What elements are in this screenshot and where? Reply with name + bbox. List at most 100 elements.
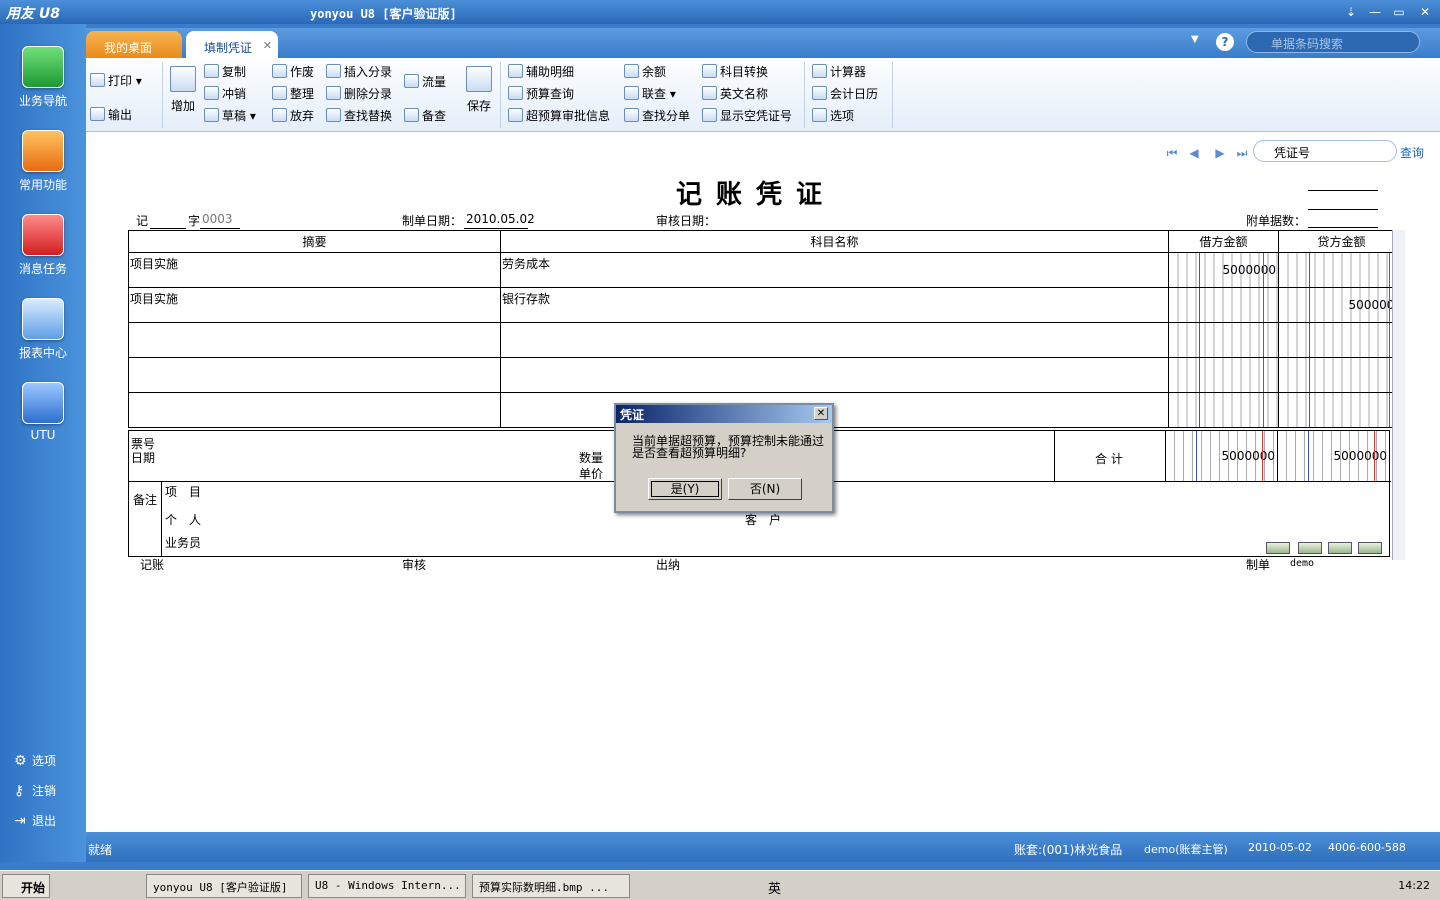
calendar-button[interactable]: 会计日历 — [812, 84, 878, 104]
account-cell[interactable] — [500, 357, 1169, 393]
summary-cell[interactable]: 项目实施 — [128, 287, 501, 323]
quantity-label: 数量 — [579, 451, 604, 465]
table-row[interactable] — [128, 357, 1405, 393]
save-button[interactable]: 保存 — [464, 64, 494, 126]
nav-favorites[interactable]: 常用功能 — [0, 130, 86, 193]
arrange-button[interactable]: 整理 — [272, 84, 314, 104]
account-convert-button[interactable]: 科目转换 — [702, 62, 768, 82]
reverse-button[interactable]: 冲销 — [204, 84, 246, 104]
summary-cell[interactable] — [128, 357, 501, 393]
account-cell[interactable]: 劳务成本 — [500, 252, 1169, 288]
tab-voucher[interactable]: 填制凭证 ✕ — [186, 31, 278, 58]
debit-cell[interactable] — [1168, 322, 1279, 358]
floppy-icon — [466, 66, 492, 92]
account-cell[interactable] — [500, 322, 1169, 358]
debit-cell[interactable] — [1168, 357, 1279, 393]
credit-cell[interactable] — [1278, 252, 1405, 288]
voucher-no-search[interactable]: 凭证号 — [1253, 140, 1397, 162]
table-row[interactable]: 项目实施 劳务成本 5000000 — [128, 252, 1405, 288]
expand-icon[interactable] — [1358, 542, 1382, 554]
over-budget-button[interactable]: 超预算审批信息 — [508, 106, 610, 126]
attach-icon[interactable] — [1266, 542, 1290, 554]
flow-button[interactable]: 流量 — [404, 72, 446, 92]
voucher-date[interactable]: 2010.05.02 — [466, 212, 535, 226]
tab-desktop[interactable]: 我的桌面 — [86, 31, 182, 58]
tools-icon[interactable] — [1328, 542, 1352, 554]
table-row[interactable]: 项目实施 银行存款 5000000 — [128, 287, 1405, 323]
credit-cell[interactable] — [1278, 392, 1405, 428]
barcode-search-input[interactable]: 单据条码搜索 — [1246, 31, 1420, 53]
prev-record-icon[interactable]: ◀ — [1186, 146, 1202, 160]
vertical-scrollbar[interactable] — [1392, 230, 1405, 560]
ime-indicator[interactable]: 英 — [768, 878, 781, 897]
debit-cell[interactable] — [1168, 392, 1279, 428]
no-button[interactable]: 否(N) — [728, 478, 802, 500]
debit-cell[interactable] — [1168, 287, 1279, 323]
find-entry-button[interactable]: 查找分单 — [624, 106, 690, 126]
nav-business[interactable]: 业务导航 — [0, 46, 86, 109]
show-empty-no-button[interactable]: 显示空凭证号 — [702, 106, 792, 126]
insert-entry-button[interactable]: 插入分录 — [326, 62, 392, 82]
aux-detail-button[interactable]: 辅助明细 — [508, 62, 574, 82]
linked-query-button[interactable]: 联查 ▾ — [624, 84, 676, 104]
minimize-icon[interactable]: — — [1366, 3, 1384, 21]
last-record-icon[interactable]: ⏭ — [1234, 146, 1250, 160]
calculator-button[interactable]: 计算器 — [812, 62, 866, 82]
first-record-icon[interactable]: ⏮ — [1164, 146, 1180, 160]
task-u8[interactable]: yonyou U8 [客户验证版] — [146, 874, 302, 898]
find-replace-button[interactable]: 查找替换 — [326, 106, 392, 126]
nav-messages[interactable]: 消息任务 — [0, 214, 86, 277]
english-name-button[interactable]: 英文名称 — [702, 84, 768, 104]
credit-cell[interactable] — [1278, 357, 1405, 393]
query-link[interactable]: 查询 — [1400, 144, 1424, 161]
add-button[interactable]: 增加 — [168, 64, 198, 126]
task-ie[interactable]: U8 - Windows Intern... — [308, 874, 466, 898]
status-account-set: 账套:(001)林光食品 — [1014, 843, 1123, 857]
delete-entry-button[interactable]: 删除分录 — [326, 84, 392, 104]
debit-cell[interactable]: 5000000 — [1168, 252, 1279, 288]
copy-button[interactable]: 复制 — [204, 62, 246, 82]
credit-cell[interactable] — [1278, 322, 1405, 358]
budget-query-button[interactable]: 预算查询 — [508, 84, 574, 104]
summary-cell[interactable] — [128, 322, 501, 358]
nav-reports[interactable]: 报表中心 — [0, 298, 86, 361]
side-options[interactable]: ⚙ 选项 — [14, 752, 56, 769]
dropdown-icon[interactable]: ⇣ — [1342, 3, 1360, 21]
maker-label: 制单 — [1246, 558, 1271, 572]
print-button[interactable]: 打印 ▾ — [90, 71, 142, 91]
abandon-button[interactable]: 放弃 — [272, 106, 314, 126]
table-row[interactable] — [128, 322, 1405, 358]
close-icon[interactable]: ✕ — [1416, 3, 1434, 21]
close-icon[interactable]: ✕ — [814, 407, 828, 420]
maximize-icon[interactable]: ▭ — [1390, 3, 1408, 21]
draft-button[interactable]: 草稿 ▾ — [204, 106, 256, 126]
start-button[interactable]: 开始 — [2, 874, 50, 898]
yes-button[interactable]: 是(Y) — [648, 478, 722, 500]
void-button[interactable]: 作废 — [272, 62, 314, 82]
nav-utu[interactable]: UTU — [0, 382, 86, 442]
camera-icon[interactable] — [1298, 542, 1322, 554]
options-button[interactable]: 选项 — [812, 106, 854, 126]
account-cell[interactable]: 银行存款 — [500, 287, 1169, 323]
chevron-down-icon[interactable]: ▼ — [1191, 34, 1199, 45]
check-button[interactable]: 备查 — [404, 106, 446, 126]
account-cell[interactable] — [500, 392, 1169, 428]
close-tab-icon[interactable]: ✕ — [263, 39, 272, 52]
credit-cell[interactable]: 5000000 — [1278, 287, 1405, 323]
next-record-icon[interactable]: ▶ — [1212, 146, 1228, 160]
exit-icon: ⇥ — [14, 813, 26, 829]
voucher-no[interactable]: 0003 — [202, 212, 233, 226]
task-bmp[interactable]: 预算实际数明细.bmp ... — [472, 874, 630, 898]
summary-cell[interactable]: 项目实施 — [128, 252, 501, 288]
output-button[interactable]: 输出 — [90, 105, 132, 125]
help-icon[interactable]: ? — [1216, 33, 1234, 51]
summary-cell[interactable] — [128, 392, 501, 428]
coins-icon — [624, 64, 639, 78]
side-exit[interactable]: ⇥ 退出 — [14, 812, 56, 829]
voucher-no-label: 字 — [188, 214, 201, 228]
voucher-type[interactable]: 记 — [136, 212, 148, 229]
salesman-label: 业务员 — [165, 536, 202, 550]
en-icon — [702, 86, 717, 100]
side-logout[interactable]: ⚷ 注销 — [14, 782, 56, 799]
balance-button[interactable]: 余额 — [624, 62, 666, 82]
